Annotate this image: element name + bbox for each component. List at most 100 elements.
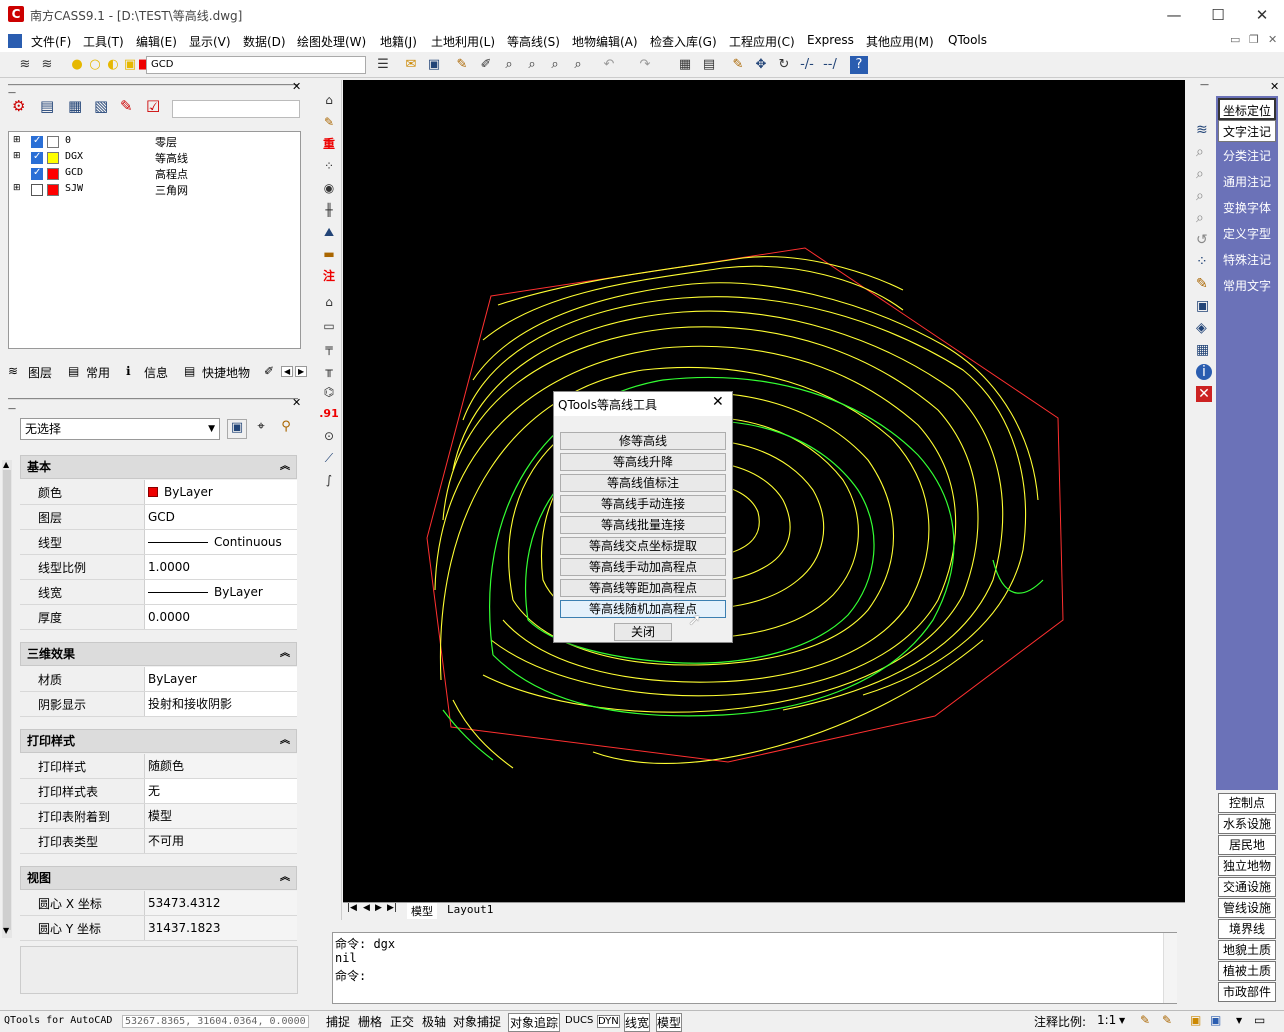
last-tab-icon[interactable]: ▶| (387, 903, 397, 913)
lock-status-icon[interactable]: ▣ (1190, 1013, 1201, 1027)
tab-scroll-left-icon[interactable]: ◀ (281, 366, 294, 377)
table-icon[interactable]: ▦ (1196, 342, 1209, 358)
menu-express[interactable]: Express (807, 33, 854, 47)
menu-check[interactable]: 检查入库(G) (650, 33, 717, 50)
undo-icon[interactable]: ↶ (600, 56, 618, 74)
toggle-otrack[interactable]: 对象追踪 (508, 1013, 561, 1032)
props-close-icon[interactable]: ✕ (292, 396, 301, 409)
prev-tab-icon[interactable]: ◀ (363, 903, 370, 913)
close-window-button[interactable]: ✕ (1240, 0, 1284, 30)
redraw-button[interactable]: 重 (319, 134, 339, 154)
label-contour-button[interactable]: 等高线值标注 (560, 474, 726, 492)
command-scrollbar[interactable] (1163, 933, 1177, 1003)
menu-coordinate-locate[interactable]: 坐标定位 (1218, 98, 1276, 120)
rpanel-close-icon[interactable]: ✕ (1270, 80, 1279, 93)
tab-info[interactable]: 信息 (144, 364, 168, 381)
layer-color-swatch[interactable] (47, 184, 59, 196)
menu-transport[interactable]: 交通设施 (1218, 877, 1276, 897)
tab-model[interactable]: 模型 (407, 903, 437, 919)
doc-close-icon[interactable]: ✕ (1268, 33, 1277, 46)
redo-icon[interactable]: ↷ (636, 56, 654, 74)
new-layer-icon[interactable]: ⚙ (12, 97, 25, 115)
command-prompt[interactable]: 命令: (335, 967, 366, 984)
bulb-icon[interactable]: ● (68, 56, 86, 74)
prop-row-center-x[interactable]: 圆心 X 坐标 53473.4312 (20, 891, 297, 916)
zoom-window-icon[interactable]: ⌕ (523, 56, 541, 74)
draw-pen-icon[interactable]: ✎ (319, 112, 339, 132)
camera-icon[interactable]: ◉ (319, 178, 339, 198)
info-icon[interactable]: i (1196, 364, 1212, 380)
tab-scroll-right-icon[interactable]: ▶ (295, 366, 308, 377)
dialog-close-button[interactable]: 关闭 (614, 623, 672, 641)
layer-state-icon[interactable]: ≋ (38, 56, 56, 74)
toggle-dyn[interactable]: DYN (597, 1015, 620, 1028)
scroll-up-icon[interactable]: ▲ (3, 460, 9, 469)
first-tab-icon[interactable]: |◀ (347, 903, 357, 913)
menu-municipal[interactable]: 市政部件 (1218, 982, 1276, 1002)
toggle-snap[interactable]: 捕捉 (326, 1013, 350, 1030)
zoom-window-icon[interactable]: ⌕ (1196, 166, 1204, 182)
menu-boundary-lines[interactable]: 境界线 (1218, 919, 1276, 939)
sun-icon[interactable]: ○ (86, 56, 104, 74)
menu-landform[interactable]: 地貌土质 (1218, 940, 1276, 960)
wall-icon[interactable]: ╥ (319, 360, 339, 380)
layer-row[interactable]: ⊞ 0 零层 (9, 134, 299, 150)
prop-row-linetype[interactable]: 线型 Continuous (20, 530, 297, 555)
layer-row[interactable]: GCD 高程点 (9, 166, 299, 182)
layer-manager-icon[interactable]: ≋ (16, 56, 34, 74)
collapse-chevron-icon[interactable]: ︽ (280, 643, 290, 665)
edit-icon[interactable]: ✐ (477, 56, 495, 74)
set-current-icon[interactable]: ☑ (146, 97, 160, 116)
prop-row-tabletype[interactable]: 打印表类型 不可用 (20, 829, 297, 854)
curve-icon[interactable]: ∫ (319, 470, 339, 490)
menu-tools[interactable]: 工具(T) (83, 33, 124, 50)
draw-icon[interactable]: ✎ (729, 56, 747, 74)
freeze-icon[interactable]: ◐ (104, 56, 122, 74)
drawing-canvas[interactable]: QTools等高线工具 ✕ 修等高线 等高线升降 等高线值标注 等高线手动连接 … (343, 80, 1185, 902)
dialog-close-icon[interactable]: ✕ (712, 394, 724, 410)
lineweight-icon[interactable]: ☰ (374, 56, 392, 74)
panel-collapse-icon[interactable]: — (8, 88, 16, 97)
props-scrollbar[interactable]: ▲ ▼ (2, 460, 12, 938)
menu-landuse[interactable]: 土地利用(L) (431, 33, 495, 50)
menu-qtools[interactable]: QTools (948, 33, 987, 47)
prop-row-plotstyle[interactable]: 打印样式 随颜色 (20, 754, 297, 779)
command-window[interactable]: 命令: dgx nil 命令: (332, 932, 1177, 1004)
prop-row-layer[interactable]: 图层 GCD (20, 505, 297, 530)
menu-category-annotation[interactable]: 分类注记 (1218, 145, 1276, 167)
section-3d[interactable]: 三维效果 ︽ (20, 642, 297, 666)
tray-settings-icon[interactable]: ▣ (1210, 1013, 1221, 1027)
trim-icon[interactable]: -/- (798, 56, 816, 74)
ruler-icon[interactable]: ▬ (319, 244, 339, 264)
building-icon[interactable]: ⌂ (319, 292, 339, 312)
section-view[interactable]: 视图 ︽ (20, 866, 297, 890)
tab-layers[interactable]: 图层 (28, 364, 52, 381)
layer-row[interactable]: ⊞ DGX 等高线 (9, 150, 299, 166)
auto-scale-icon[interactable]: ✎ (1162, 1013, 1172, 1027)
rotate-icon[interactable]: ↻ (775, 56, 793, 74)
toggle-model[interactable]: 模型 (656, 1013, 683, 1032)
undo-icon[interactable]: ↺ (1196, 232, 1208, 248)
collapse-chevron-icon[interactable]: ︽ (280, 867, 290, 889)
prop-row-attached[interactable]: 打印表附着到 模型 (20, 804, 297, 829)
menu-change-font[interactable]: 变换字体 (1218, 197, 1276, 219)
tray-chevron-icon[interactable]: ▼ (1236, 1016, 1242, 1025)
prop-row-color[interactable]: 颜色 ByLayer (20, 480, 297, 505)
doc-restore-icon[interactable]: ❐ (1249, 33, 1259, 46)
zoom-extents-icon[interactable]: ⌕ (546, 56, 564, 74)
props-grip[interactable] (8, 398, 298, 404)
scale-chevron-icon[interactable]: ▼ (1119, 1016, 1125, 1025)
next-tab-icon[interactable]: ▶ (375, 903, 382, 913)
menu-data[interactable]: 数据(D) (243, 33, 286, 50)
tab-layout1[interactable]: Layout1 (447, 903, 493, 916)
props-collapse-icon[interactable]: — (8, 404, 16, 413)
menu-special-annotation[interactable]: 特殊注记 (1218, 249, 1276, 271)
collapse-chevron-icon[interactable]: ︽ (280, 456, 290, 478)
move-icon[interactable]: ✥ (752, 56, 770, 74)
panel-close-icon[interactable]: ✕ (292, 80, 301, 93)
menu-draw[interactable]: 绘图处理(W) (297, 33, 366, 50)
calculator-icon[interactable]: ▤ (700, 56, 718, 74)
toggle-polar[interactable]: 极轴 (422, 1013, 446, 1030)
expand-icon[interactable]: ⊞ (13, 135, 21, 145)
measure-icon[interactable]: ◈ (1196, 320, 1207, 336)
